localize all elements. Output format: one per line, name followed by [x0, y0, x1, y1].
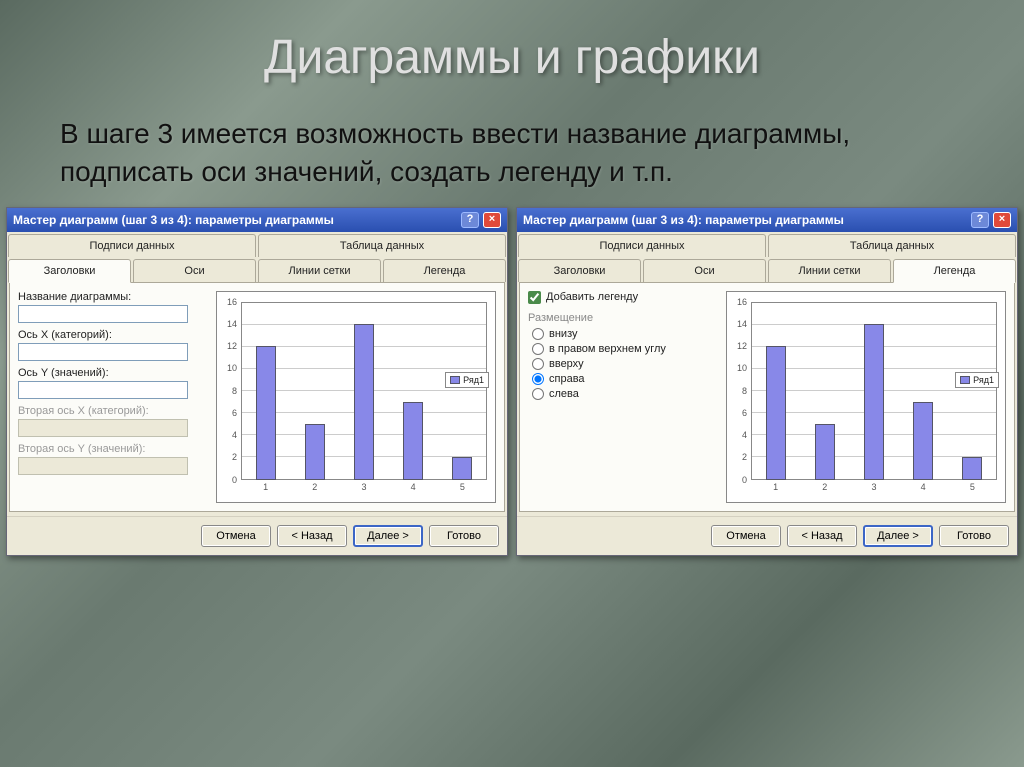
titles-form: Название диаграммы: Ось X (категорий): О…	[18, 291, 208, 503]
chart-bar	[305, 424, 325, 480]
add-legend-checkbox[interactable]	[528, 291, 541, 304]
help-icon[interactable]: ?	[461, 212, 479, 228]
chart-bar	[403, 402, 423, 480]
cancel-button[interactable]: Отмена	[711, 525, 781, 547]
y-axis-input[interactable]	[18, 381, 188, 399]
legend-form: Добавить легенду Размещение внизу в прав…	[528, 291, 718, 503]
tab-data-labels[interactable]: Подписи данных	[8, 234, 256, 257]
chart-preview: 161412108642012345 Ряд1	[726, 291, 1006, 503]
chart-preview: 161412108642012345 Ряд1	[216, 291, 496, 503]
tab-data-table[interactable]: Таблица данных	[258, 234, 506, 257]
x-tick-label: 4	[411, 482, 416, 498]
placement-topright-label: в правом верхнем углу	[549, 343, 666, 355]
chart-title-input[interactable]	[18, 305, 188, 323]
placement-top-label: вверху	[549, 358, 584, 370]
tab-data-labels[interactable]: Подписи данных	[518, 234, 766, 257]
placement-left-radio[interactable]	[532, 388, 544, 400]
x-tick-label: 1	[263, 482, 268, 498]
chart-wizard-dialog-titles: Мастер диаграмм (шаг 3 из 4): параметры …	[6, 207, 508, 556]
tab-gridlines[interactable]: Линии сетки	[258, 259, 381, 282]
tab-axes[interactable]: Оси	[133, 259, 256, 282]
finish-button[interactable]: Готово	[429, 525, 499, 547]
titlebar[interactable]: Мастер диаграмм (шаг 3 из 4): параметры …	[517, 208, 1017, 232]
back-button[interactable]: < Назад	[277, 525, 347, 547]
window-title: Мастер диаграмм (шаг 3 из 4): параметры …	[523, 213, 967, 227]
x-axis-label: Ось X (категорий):	[18, 329, 208, 341]
close-icon[interactable]: ×	[993, 212, 1011, 228]
chart-wizard-dialog-legend: Мастер диаграмм (шаг 3 из 4): параметры …	[516, 207, 1018, 556]
chart-bar	[815, 424, 835, 480]
add-legend-label: Добавить легенду	[546, 291, 638, 303]
chart-bar	[354, 324, 374, 480]
next-button[interactable]: Далее >	[863, 525, 933, 547]
placement-right-label: справа	[549, 373, 585, 385]
help-icon[interactable]: ?	[971, 212, 989, 228]
chart-legend: Ряд1	[955, 372, 999, 388]
finish-button[interactable]: Готово	[939, 525, 1009, 547]
legend-swatch-icon	[960, 376, 970, 384]
x-tick-label: 3	[871, 482, 876, 498]
x-tick-label: 2	[312, 482, 317, 498]
tab-gridlines[interactable]: Линии сетки	[768, 259, 891, 282]
x-tick-label: 5	[970, 482, 975, 498]
bar-chart: 161412108642012345	[731, 298, 1001, 498]
x-tick-label: 2	[822, 482, 827, 498]
bar-chart: 161412108642012345	[221, 298, 491, 498]
next-button[interactable]: Далее >	[353, 525, 423, 547]
y-axis-label: Ось Y (значений):	[18, 367, 208, 379]
x2-axis-label: Вторая ось X (категорий):	[18, 405, 208, 417]
tab-titles[interactable]: Заголовки	[8, 259, 131, 283]
window-title: Мастер диаграмм (шаг 3 из 4): параметры …	[13, 213, 457, 227]
tab-legend[interactable]: Легенда	[893, 259, 1016, 283]
y2-axis-label: Вторая ось Y (значений):	[18, 443, 208, 455]
back-button[interactable]: < Назад	[787, 525, 857, 547]
placement-top-radio[interactable]	[532, 358, 544, 370]
chart-title-label: Название диаграммы:	[18, 291, 208, 303]
legend-series-label: Ряд1	[463, 375, 484, 385]
placement-right-radio[interactable]	[532, 373, 544, 385]
chart-bar	[962, 457, 982, 479]
chart-bar	[766, 346, 786, 480]
placement-topright-radio[interactable]	[532, 343, 544, 355]
chart-bar	[864, 324, 884, 480]
placement-bottom-label: внизу	[549, 328, 577, 340]
tab-legend[interactable]: Легенда	[383, 259, 506, 282]
legend-series-label: Ряд1	[973, 375, 994, 385]
x-tick-label: 5	[460, 482, 465, 498]
x2-axis-input	[18, 419, 188, 437]
x-axis-input[interactable]	[18, 343, 188, 361]
tab-axes[interactable]: Оси	[643, 259, 766, 282]
slide-title: Диаграммы и графики	[0, 0, 1024, 95]
slide-body-text: В шаге 3 имеется возможность ввести назв…	[0, 95, 1024, 201]
close-icon[interactable]: ×	[483, 212, 501, 228]
titlebar[interactable]: Мастер диаграмм (шаг 3 из 4): параметры …	[7, 208, 507, 232]
y2-axis-input	[18, 457, 188, 475]
placement-left-label: слева	[549, 388, 579, 400]
tab-titles[interactable]: Заголовки	[518, 259, 641, 282]
chart-bar	[913, 402, 933, 480]
x-tick-label: 4	[921, 482, 926, 498]
x-tick-label: 1	[773, 482, 778, 498]
chart-bar	[452, 457, 472, 479]
x-tick-label: 3	[361, 482, 366, 498]
chart-legend: Ряд1	[445, 372, 489, 388]
tab-data-table[interactable]: Таблица данных	[768, 234, 1016, 257]
chart-bar	[256, 346, 276, 480]
cancel-button[interactable]: Отмена	[201, 525, 271, 547]
legend-swatch-icon	[450, 376, 460, 384]
placement-bottom-radio[interactable]	[532, 328, 544, 340]
placement-caption: Размещение	[528, 312, 718, 324]
